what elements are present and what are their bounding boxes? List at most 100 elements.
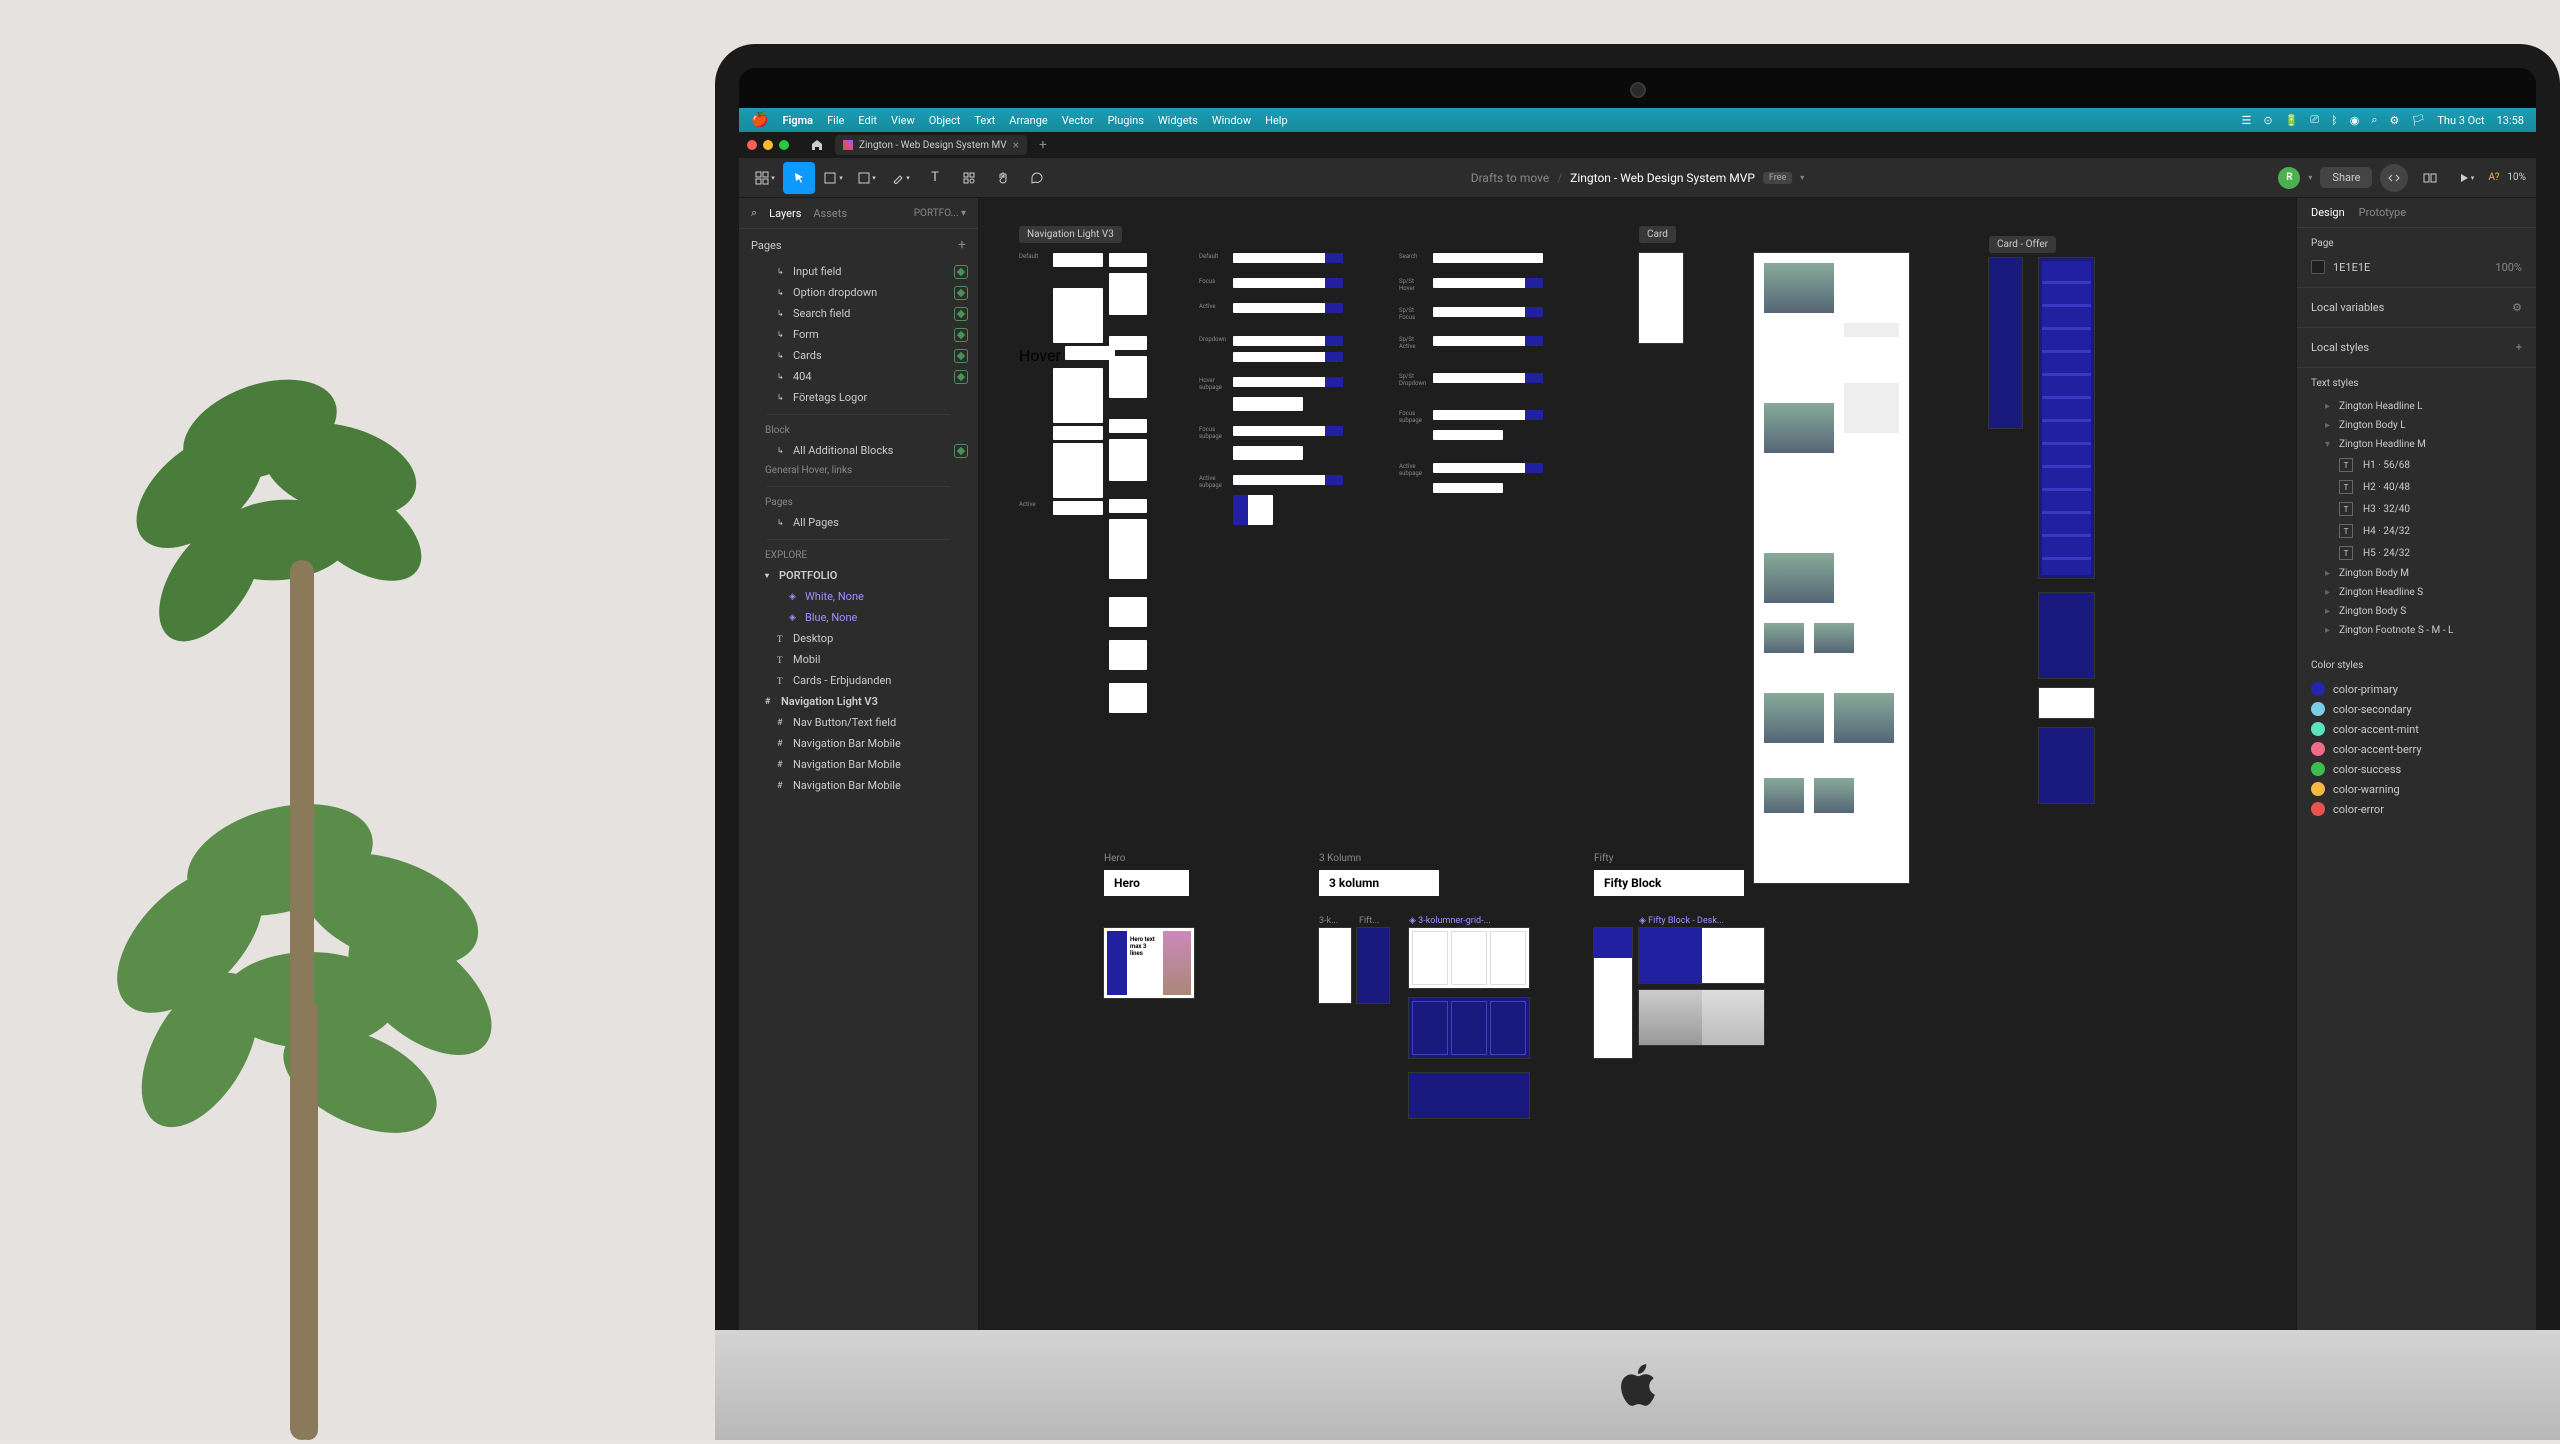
move-tool[interactable] [783,162,815,194]
text-tool[interactable]: T [919,162,951,194]
kolumn-frame-title[interactable]: 3 kolumn [1319,870,1439,896]
layer-item[interactable]: ◈White, None [739,586,978,607]
frame-tool[interactable]: ▾ [817,162,849,194]
search-icon[interactable]: ⌕ [2371,113,2377,127]
menu-arrange[interactable]: Arrange [1009,114,1047,127]
fifty-frame-title[interactable]: Fifty Block [1594,870,1744,896]
color-style-item[interactable]: color-accent-berry [2311,739,2522,759]
record-icon[interactable]: ⊙ [2263,114,2272,127]
app-name-menu[interactable]: Figma [782,114,813,127]
offer-card[interactable] [2039,593,2094,678]
breadcrumb-current[interactable]: Zington - Web Design System MVP [1570,171,1755,185]
file-tab[interactable]: Zington - Web Design System MV × [835,135,1027,155]
shape-tool[interactable]: ▾ [851,162,883,194]
add-style-button[interactable]: + [2516,341,2522,354]
text-style-group[interactable]: ▸Zington Footnote S - M - L [2311,621,2522,640]
layer-item[interactable]: #Nav Button/Text field [739,712,978,733]
fifty-variant[interactable] [1594,928,1632,1058]
avatar-chevron[interactable]: ▾ [2308,173,2312,182]
new-tab-button[interactable]: + [1033,137,1053,153]
color-style-item[interactable]: color-secondary [2311,699,2522,719]
comment-tool[interactable] [1021,162,1053,194]
battery-icon[interactable]: 🔋 [2285,114,2299,127]
search-icon[interactable]: ⌕ [751,206,757,220]
color-style-item[interactable]: color-primary [2311,679,2522,699]
resources-tool[interactable] [953,162,985,194]
menu-object[interactable]: Object [929,114,961,127]
layer-item[interactable]: ↳Search field [739,303,978,324]
layer-item[interactable]: ▾PORTFOLIO [739,565,978,586]
fifty-block[interactable] [1639,928,1764,983]
hand-tool[interactable] [987,162,1019,194]
menubar-time[interactable]: 13:58 [2497,114,2524,127]
offer-card[interactable] [2039,688,2094,718]
card-artboard[interactable] [1754,253,1909,883]
variables-settings-icon[interactable]: ⚙ [2512,301,2522,314]
layers-tab[interactable]: Layers [769,207,801,220]
a11y-icon[interactable]: A? [2488,172,2499,183]
fifty-block[interactable] [1639,990,1764,1045]
layer-item[interactable]: #Navigation Bar Mobile [739,775,978,796]
layer-item[interactable]: ↳All Pages [739,512,978,533]
text-style-item[interactable]: TH5 · 24/32 [2311,542,2522,564]
kolumn-variant[interactable] [1357,928,1389,1003]
menu-help[interactable]: Help [1265,114,1288,127]
card-artboard[interactable] [1639,253,1683,343]
frame-label[interactable]: Navigation Light V3 [1019,226,1122,243]
color-style-item[interactable]: color-warning [2311,779,2522,799]
text-style-item[interactable]: TH2 · 40/48 [2311,476,2522,498]
main-menu-button[interactable]: ▾ [749,162,781,194]
apple-menu-icon[interactable]: 🍎 [751,112,768,128]
close-window-button[interactable] [747,140,757,150]
present-button[interactable]: ▾ [2452,164,2480,192]
bluetooth-icon[interactable]: ᛒ [2331,114,2338,127]
layer-item[interactable]: ↳Option dropdown [739,282,978,303]
layer-item[interactable]: #Navigation Bar Mobile [739,754,978,775]
layer-item[interactable]: ↳All Additional Blocks [739,440,978,461]
layer-item[interactable]: Block [739,421,978,440]
chevron-down-icon[interactable]: ▾ [1800,173,1804,182]
menu-plugins[interactable]: Plugins [1108,114,1144,127]
frame-label[interactable]: Card [1639,226,1676,243]
library-button[interactable] [2416,164,2444,192]
offer-card[interactable] [2039,258,2094,578]
color-style-item[interactable]: color-accent-mint [2311,719,2522,739]
text-style-group[interactable]: ▸Zington Headline S [2311,583,2522,602]
minimize-window-button[interactable] [763,140,773,150]
kolumn-variant[interactable] [1319,928,1351,1003]
breadcrumb-parent[interactable]: Drafts to move [1471,171,1550,185]
menubar-date[interactable]: Thu 3 Oct [2437,114,2484,127]
add-page-button[interactable]: + [958,237,966,253]
offer-card[interactable] [2039,728,2094,803]
menubar-icon[interactable]: ☰ [2242,114,2252,127]
menu-window[interactable]: Window [1212,114,1251,127]
share-button[interactable]: Share [2320,167,2372,188]
color-style-item[interactable]: color-error [2311,799,2522,819]
layer-item[interactable]: General Hover, links [739,461,978,480]
page-bg-hex[interactable]: 1E1E1E [2333,261,2370,274]
layer-item[interactable]: Pages [739,493,978,512]
assets-tab[interactable]: Assets [813,207,847,220]
zoom-level[interactable]: 10% [2507,172,2526,183]
kolumn-grid[interactable] [1409,928,1529,988]
layer-item[interactable]: ↳Form [739,324,978,345]
layer-item[interactable]: ↳Företags Logor [739,387,978,408]
menu-text[interactable]: Text [974,114,995,127]
kolumn-grid-dark[interactable] [1409,1073,1529,1118]
menu-vector[interactable]: Vector [1062,114,1094,127]
local-variables-label[interactable]: Local variables [2311,301,2384,314]
text-style-item[interactable]: TH4 · 24/32 [2311,520,2522,542]
menu-view[interactable]: View [891,114,915,127]
flag-icon[interactable]: 🏳 [2411,114,2425,127]
layer-item[interactable]: TDesktop [739,628,978,649]
text-style-group[interactable]: ▸Zington Body L [2311,416,2522,435]
wifi-icon[interactable]: ◉ [2350,114,2360,127]
page-bg-swatch[interactable] [2311,260,2325,274]
text-style-group[interactable]: ▸Zington Headline L [2311,397,2522,416]
page-dropdown[interactable]: PORTFO... ▾ [914,208,966,219]
maximize-window-button[interactable] [779,140,789,150]
offer-card-mobile[interactable] [1989,258,2022,428]
text-style-group[interactable]: ▸Zington Body S [2311,602,2522,621]
prototype-tab[interactable]: Prototype [2359,206,2406,219]
layer-item[interactable]: EXPLORE [739,546,978,565]
